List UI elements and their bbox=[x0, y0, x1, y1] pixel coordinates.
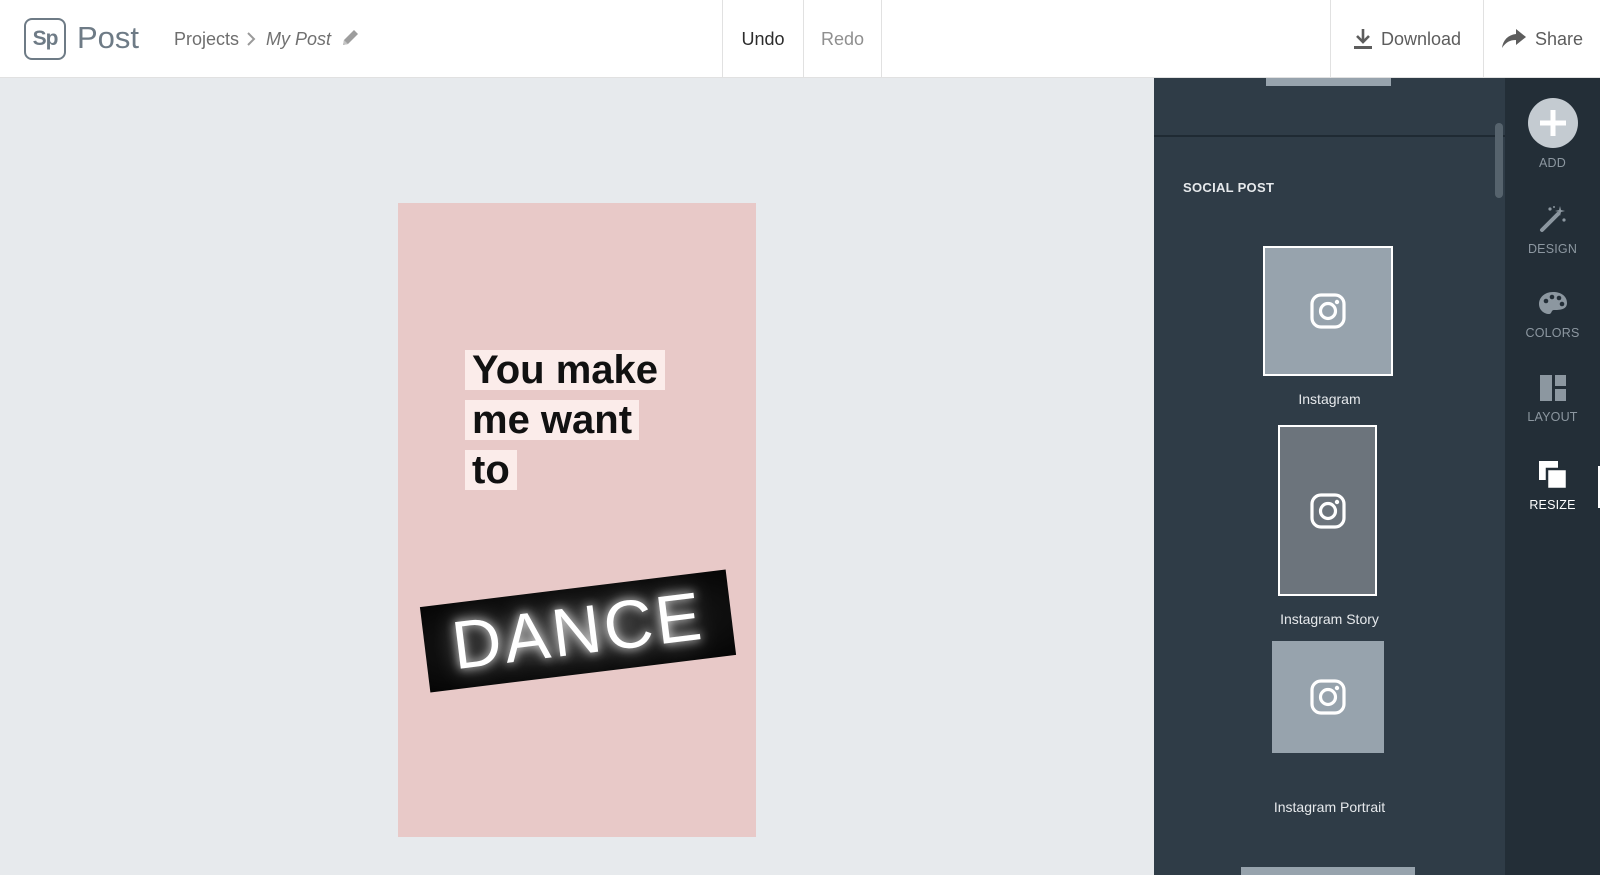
resize-tool[interactable]: RESIZE bbox=[1505, 460, 1600, 512]
pencil-icon[interactable] bbox=[339, 27, 361, 49]
download-label: Download bbox=[1380, 28, 1462, 49]
app-logo[interactable]: Sp bbox=[24, 18, 66, 60]
share-button[interactable]: Share bbox=[1483, 0, 1600, 78]
download-icon bbox=[1353, 29, 1372, 49]
colors-tool-label: COLORS bbox=[1525, 326, 1580, 340]
app-header: Sp Post Projects My Post Undo Redo Downl… bbox=[0, 0, 1600, 78]
add-tool[interactable]: ADD bbox=[1505, 98, 1600, 170]
instagram-icon bbox=[1309, 492, 1346, 529]
palette-icon bbox=[1538, 292, 1567, 314]
colors-tool[interactable]: COLORS bbox=[1505, 290, 1600, 340]
redo-button[interactable]: Redo bbox=[803, 0, 882, 78]
project-name: My Post bbox=[266, 29, 332, 49]
size-option-label: Instagram Story bbox=[1280, 611, 1379, 627]
layout-tool-label: LAYOUT bbox=[1527, 410, 1578, 424]
resize-tool-label: RESIZE bbox=[1529, 498, 1576, 512]
instagram-icon bbox=[1310, 679, 1346, 715]
previous-size-thumb[interactable] bbox=[1266, 78, 1391, 86]
layout-icon bbox=[1539, 375, 1566, 401]
next-size-thumb[interactable] bbox=[1241, 867, 1415, 875]
size-option-instagram-story[interactable] bbox=[1278, 425, 1377, 596]
chevron-right-icon bbox=[247, 32, 256, 46]
add-tool-label: ADD bbox=[1539, 156, 1566, 170]
resize-panel: SOCIAL POST Instagram Instagram Story In… bbox=[1154, 78, 1505, 875]
design-tool-label: DESIGN bbox=[1527, 242, 1578, 256]
share-label: Share bbox=[1534, 28, 1584, 49]
undo-button[interactable]: Undo bbox=[722, 0, 803, 78]
size-option-label: Instagram bbox=[1298, 391, 1361, 407]
text-line[interactable]: to bbox=[465, 450, 517, 490]
text-line[interactable]: You make bbox=[465, 350, 665, 390]
redo-label: Redo bbox=[820, 28, 865, 49]
resize-icon bbox=[1538, 461, 1568, 490]
panel-scrollbar[interactable] bbox=[1495, 123, 1503, 198]
instagram-icon bbox=[1310, 293, 1346, 329]
size-option-instagram[interactable] bbox=[1263, 246, 1393, 376]
undo-label: Undo bbox=[741, 28, 785, 49]
text-line[interactable]: me want bbox=[465, 400, 640, 440]
design-tool[interactable]: DESIGN bbox=[1505, 204, 1600, 256]
share-arrow-icon bbox=[1501, 29, 1526, 48]
panel-divider bbox=[1154, 135, 1505, 137]
magic-wand-icon bbox=[1539, 206, 1566, 232]
neon-sign-text: DANCE bbox=[447, 577, 709, 685]
breadcrumb-projects-link[interactable]: Projects bbox=[174, 29, 239, 50]
app-name: Post bbox=[77, 20, 140, 55]
plus-icon bbox=[1527, 98, 1578, 148]
download-button[interactable]: Download bbox=[1330, 0, 1483, 78]
design-canvas[interactable]: You make me want to DANCE bbox=[398, 203, 756, 837]
layout-tool[interactable]: LAYOUT bbox=[1505, 374, 1600, 424]
section-title: SOCIAL POST bbox=[1183, 180, 1275, 195]
size-option-instagram-portrait[interactable] bbox=[1272, 641, 1384, 753]
neon-dance-image[interactable]: DANCE bbox=[419, 569, 737, 693]
size-option-label: Instagram Portrait bbox=[1273, 799, 1386, 815]
tools-rail: ADD DESIGN COLORS LAYOUT RESIZE bbox=[1505, 78, 1600, 875]
